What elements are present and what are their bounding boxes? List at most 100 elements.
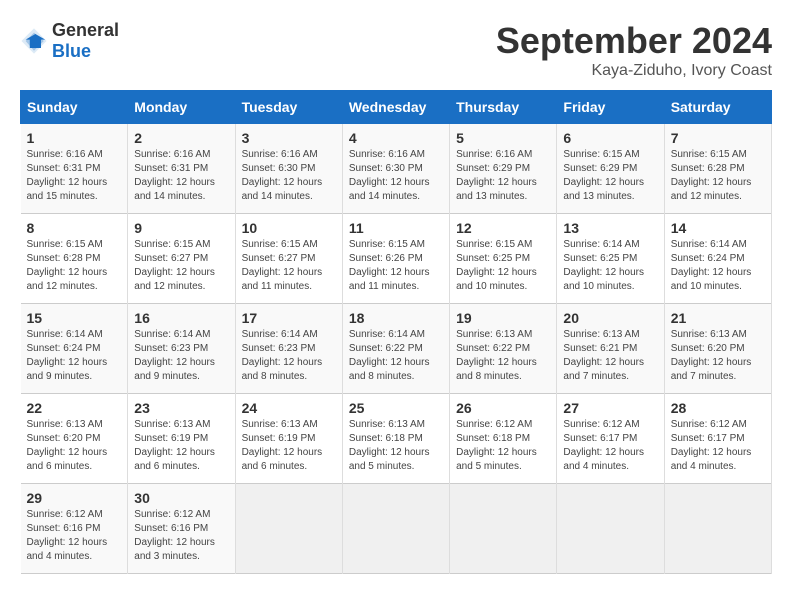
sunrise-text: Sunrise: 6:15 AM (349, 239, 425, 250)
page-header: General Blue September 2024 Kaya-Ziduho,… (20, 20, 772, 80)
day-info: Sunrise: 6:13 AM Sunset: 6:20 PM Dayligh… (671, 328, 765, 384)
calendar-day-cell (342, 484, 449, 574)
day-info: Sunrise: 6:15 AM Sunset: 6:27 PM Dayligh… (134, 238, 228, 294)
day-number: 19 (456, 310, 550, 326)
day-info: Sunrise: 6:16 AM Sunset: 6:30 PM Dayligh… (349, 148, 443, 204)
day-number: 7 (671, 130, 765, 146)
sunset-text: Sunset: 6:27 PM (242, 253, 316, 264)
day-number: 17 (242, 310, 336, 326)
calendar-day-cell: 14 Sunrise: 6:14 AM Sunset: 6:24 PM Dayl… (664, 214, 771, 304)
day-info: Sunrise: 6:12 AM Sunset: 6:16 PM Dayligh… (134, 508, 228, 564)
day-info: Sunrise: 6:13 AM Sunset: 6:21 PM Dayligh… (563, 328, 657, 384)
calendar-day-cell: 8 Sunrise: 6:15 AM Sunset: 6:28 PM Dayli… (21, 214, 128, 304)
day-info: Sunrise: 6:16 AM Sunset: 6:31 PM Dayligh… (27, 148, 122, 204)
calendar-day-cell: 10 Sunrise: 6:15 AM Sunset: 6:27 PM Dayl… (235, 214, 342, 304)
sunrise-text: Sunrise: 6:15 AM (671, 149, 747, 160)
daylight-text: Daylight: 12 hours and 4 minutes. (27, 537, 108, 562)
day-info: Sunrise: 6:14 AM Sunset: 6:22 PM Dayligh… (349, 328, 443, 384)
sunrise-text: Sunrise: 6:12 AM (456, 419, 532, 430)
sunrise-text: Sunrise: 6:13 AM (671, 329, 747, 340)
sunrise-text: Sunrise: 6:15 AM (134, 239, 210, 250)
calendar-day-cell: 18 Sunrise: 6:14 AM Sunset: 6:22 PM Dayl… (342, 304, 449, 394)
day-number: 12 (456, 220, 550, 236)
header-friday: Friday (557, 91, 664, 124)
sunset-text: Sunset: 6:25 PM (563, 253, 637, 264)
calendar-day-cell: 23 Sunrise: 6:13 AM Sunset: 6:19 PM Dayl… (128, 394, 235, 484)
day-info: Sunrise: 6:13 AM Sunset: 6:22 PM Dayligh… (456, 328, 550, 384)
day-info: Sunrise: 6:15 AM Sunset: 6:27 PM Dayligh… (242, 238, 336, 294)
daylight-text: Daylight: 12 hours and 10 minutes. (671, 267, 752, 292)
calendar-day-cell: 9 Sunrise: 6:15 AM Sunset: 6:27 PM Dayli… (128, 214, 235, 304)
sunset-text: Sunset: 6:31 PM (27, 163, 101, 174)
sunset-text: Sunset: 6:31 PM (134, 163, 208, 174)
day-info: Sunrise: 6:15 AM Sunset: 6:29 PM Dayligh… (563, 148, 657, 204)
sunrise-text: Sunrise: 6:13 AM (134, 419, 210, 430)
day-number: 21 (671, 310, 765, 326)
sunset-text: Sunset: 6:28 PM (27, 253, 101, 264)
daylight-text: Daylight: 12 hours and 6 minutes. (27, 447, 108, 472)
sunrise-text: Sunrise: 6:12 AM (671, 419, 747, 430)
calendar-day-cell: 12 Sunrise: 6:15 AM Sunset: 6:25 PM Dayl… (450, 214, 557, 304)
sunset-text: Sunset: 6:30 PM (242, 163, 316, 174)
sunrise-text: Sunrise: 6:15 AM (242, 239, 318, 250)
sunset-text: Sunset: 6:16 PM (27, 523, 101, 534)
header-saturday: Saturday (664, 91, 771, 124)
daylight-text: Daylight: 12 hours and 11 minutes. (349, 267, 430, 292)
location-subtitle: Kaya-Ziduho, Ivory Coast (496, 62, 772, 80)
calendar-week-row: 22 Sunrise: 6:13 AM Sunset: 6:20 PM Dayl… (21, 394, 772, 484)
day-number: 4 (349, 130, 443, 146)
calendar-day-cell: 17 Sunrise: 6:14 AM Sunset: 6:23 PM Dayl… (235, 304, 342, 394)
daylight-text: Daylight: 12 hours and 13 minutes. (456, 177, 537, 202)
day-info: Sunrise: 6:13 AM Sunset: 6:18 PM Dayligh… (349, 418, 443, 474)
day-info: Sunrise: 6:15 AM Sunset: 6:28 PM Dayligh… (671, 148, 765, 204)
daylight-text: Daylight: 12 hours and 8 minutes. (456, 357, 537, 382)
logo-blue-text: Blue (52, 41, 91, 61)
daylight-text: Daylight: 12 hours and 6 minutes. (134, 447, 215, 472)
calendar-day-cell: 29 Sunrise: 6:12 AM Sunset: 6:16 PM Dayl… (21, 484, 128, 574)
day-info: Sunrise: 6:12 AM Sunset: 6:16 PM Dayligh… (27, 508, 122, 564)
calendar-day-cell: 27 Sunrise: 6:12 AM Sunset: 6:17 PM Dayl… (557, 394, 664, 484)
daylight-text: Daylight: 12 hours and 5 minutes. (456, 447, 537, 472)
day-number: 6 (563, 130, 657, 146)
month-title: September 2024 (496, 20, 772, 62)
calendar-day-cell (450, 484, 557, 574)
logo: General Blue (20, 20, 119, 62)
calendar-day-cell: 28 Sunrise: 6:12 AM Sunset: 6:17 PM Dayl… (664, 394, 771, 484)
sunset-text: Sunset: 6:22 PM (349, 343, 423, 354)
day-number: 1 (27, 130, 122, 146)
calendar-week-row: 15 Sunrise: 6:14 AM Sunset: 6:24 PM Dayl… (21, 304, 772, 394)
sunset-text: Sunset: 6:17 PM (671, 433, 745, 444)
day-number: 14 (671, 220, 765, 236)
sunrise-text: Sunrise: 6:16 AM (134, 149, 210, 160)
daylight-text: Daylight: 12 hours and 15 minutes. (27, 177, 108, 202)
day-number: 3 (242, 130, 336, 146)
calendar-header-row: Sunday Monday Tuesday Wednesday Thursday… (21, 91, 772, 124)
sunrise-text: Sunrise: 6:13 AM (456, 329, 532, 340)
day-number: 29 (27, 490, 122, 506)
calendar-day-cell: 13 Sunrise: 6:14 AM Sunset: 6:25 PM Dayl… (557, 214, 664, 304)
calendar-day-cell: 20 Sunrise: 6:13 AM Sunset: 6:21 PM Dayl… (557, 304, 664, 394)
day-number: 27 (563, 400, 657, 416)
daylight-text: Daylight: 12 hours and 8 minutes. (242, 357, 323, 382)
sunrise-text: Sunrise: 6:16 AM (349, 149, 425, 160)
sunset-text: Sunset: 6:28 PM (671, 163, 745, 174)
day-number: 23 (134, 400, 228, 416)
day-number: 8 (27, 220, 122, 236)
sunrise-text: Sunrise: 6:14 AM (671, 239, 747, 250)
sunset-text: Sunset: 6:19 PM (242, 433, 316, 444)
day-info: Sunrise: 6:16 AM Sunset: 6:31 PM Dayligh… (134, 148, 228, 204)
sunset-text: Sunset: 6:20 PM (671, 343, 745, 354)
day-info: Sunrise: 6:12 AM Sunset: 6:18 PM Dayligh… (456, 418, 550, 474)
day-number: 28 (671, 400, 765, 416)
sunrise-text: Sunrise: 6:13 AM (27, 419, 103, 430)
header-sunday: Sunday (21, 91, 128, 124)
sunrise-text: Sunrise: 6:14 AM (134, 329, 210, 340)
day-number: 30 (134, 490, 228, 506)
logo-general-text: General (52, 20, 119, 40)
day-info: Sunrise: 6:15 AM Sunset: 6:26 PM Dayligh… (349, 238, 443, 294)
day-number: 15 (27, 310, 122, 326)
sunset-text: Sunset: 6:29 PM (563, 163, 637, 174)
day-number: 22 (27, 400, 122, 416)
daylight-text: Daylight: 12 hours and 3 minutes. (134, 537, 215, 562)
sunrise-text: Sunrise: 6:12 AM (27, 509, 103, 520)
